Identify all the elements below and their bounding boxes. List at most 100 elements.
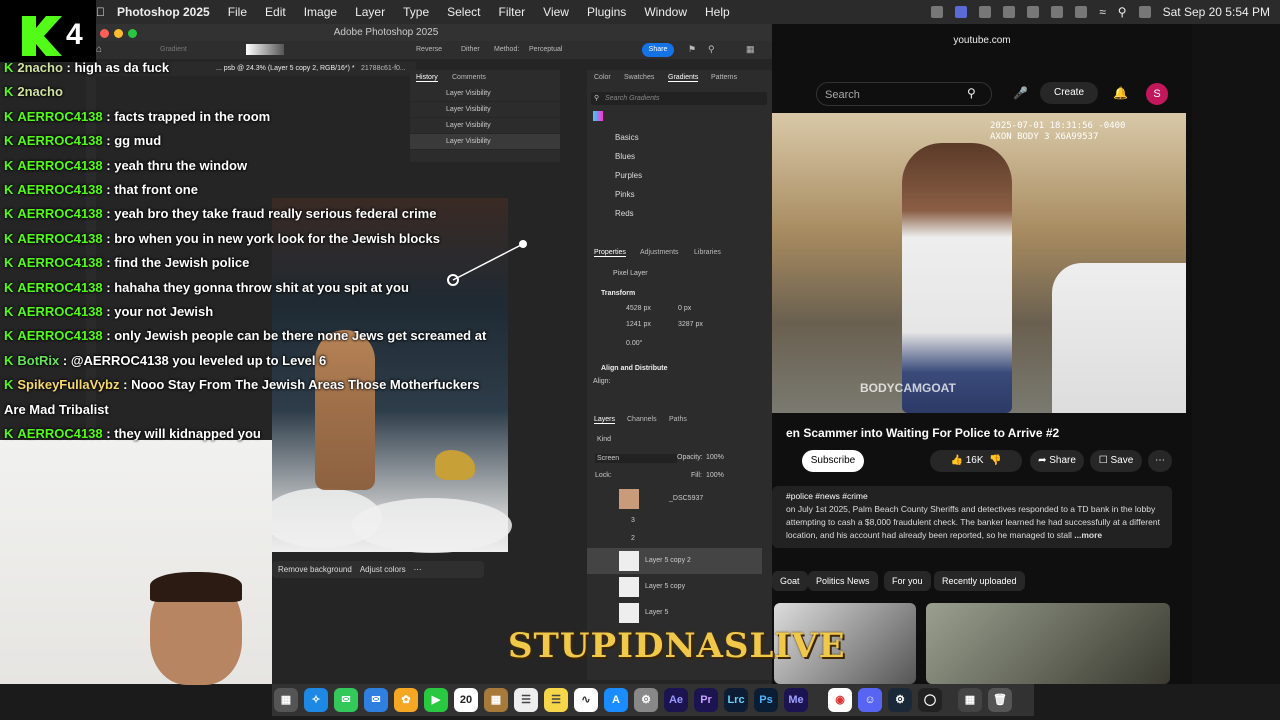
chat-username[interactable]: 2nacho [17,60,63,75]
align-section[interactable]: Align and Distribute [601,365,668,372]
tray-screen-icon[interactable] [955,6,968,18]
chat-username[interactable]: AERROC4138 [17,182,102,197]
youtube-search-input[interactable]: Search [816,82,992,106]
apple-icon[interactable]:  [96,5,105,19]
tab-swatches[interactable]: Swatches [624,74,654,81]
gradient-search-input[interactable]: ⚲ Search Gradients [591,92,767,105]
lightroom-classic-icon[interactable]: Lrc [724,688,748,712]
create-button[interactable]: Create [1040,82,1098,104]
blend-mode-select[interactable]: Screen [595,454,677,463]
layer-row[interactable]: Layer 5 [587,600,762,626]
chip-politics-news[interactable]: Politics News [808,571,878,591]
more-link[interactable]: ...more [1074,530,1102,540]
chip-for-you[interactable]: For you [884,571,931,591]
tray-app-icon[interactable] [931,6,944,18]
premiere-icon[interactable]: Pr [694,688,718,712]
chat-username[interactable]: AERROC4138 [17,231,102,246]
home-icon[interactable]: ⌂ [96,44,102,55]
adjust-colors-button[interactable]: Adjust colors [360,565,406,574]
menu-help[interactable]: Help [705,5,730,19]
angle-field[interactable]: 0.00° [626,340,642,347]
like-button[interactable]: 👍 16K 👎 [930,450,1022,472]
chat-username[interactable]: AERROC4138 [17,158,102,173]
video-hashtags[interactable]: #police #news #crime [786,490,1172,503]
more-actions-button[interactable]: ⋯ [1148,450,1172,472]
calendar-icon[interactable]: 20 [454,688,478,712]
share-button[interactable]: ➦ Share [1030,450,1084,472]
chip-recently-uploaded[interactable]: Recently uploaded [934,571,1025,591]
share-button[interactable]: Share [642,43,674,57]
gradient-folder-basics[interactable]: Basics [587,128,767,147]
layer-filter-select[interactable]: Kind [597,436,611,443]
wifi-icon[interactable]: ≈ [1099,5,1106,19]
menu-window[interactable]: Window [644,5,687,19]
chat-username[interactable]: BotRix [17,353,59,368]
notifications-icon[interactable]: 🔔 [1113,86,1128,100]
tab-properties[interactable]: Properties [594,249,626,257]
gradient-folder-purples[interactable]: Purples [587,166,767,185]
steam-icon[interactable]: ⚙ [888,688,912,712]
fill-field[interactable]: 100% [706,472,724,479]
mic-icon[interactable]: 🎤 [1013,86,1028,100]
menu-image[interactable]: Image [304,5,337,19]
video-description[interactable]: #police #news #crime on July 1st 2025, P… [772,486,1172,548]
opacity-field[interactable]: 100% [706,454,724,461]
subscribe-button[interactable]: Subscribe [802,450,864,472]
chat-username[interactable]: SpikeyFullaVybz [17,377,119,392]
avatar[interactable]: S [1146,83,1168,105]
gradient-folder-pinks[interactable]: Pinks [587,185,767,204]
menu-plugins[interactable]: Plugins [587,5,626,19]
chat-username[interactable]: AERROC4138 [17,255,102,270]
menu-filter[interactable]: Filter [498,5,525,19]
chat-username[interactable]: AERROC4138 [17,426,102,441]
layer-row[interactable]: _DSC5937 [587,486,762,512]
menu-view[interactable]: View [543,5,569,19]
chat-username[interactable]: 2nacho [17,84,63,99]
bell-icon[interactable]: ⚑ [688,44,696,55]
chat-username[interactable]: AERROC4138 [17,133,102,148]
finder-folder-icon[interactable]: ▦ [484,688,508,712]
launchpad-icon[interactable]: ▦ [274,688,298,712]
search-icon[interactable]: ⚲ [967,86,976,100]
close-window-button[interactable] [100,29,109,38]
recent-gradient-swatch[interactable] [593,111,603,121]
layer-group-row[interactable]: 3 [587,512,762,530]
dither-checkbox[interactable]: Dither [461,46,480,53]
control-center-icon[interactable] [1138,6,1151,18]
menu-edit[interactable]: Edit [265,5,286,19]
y-field[interactable]: 3287 px [678,321,703,328]
more-options-icon[interactable]: ⋯ [414,565,422,574]
reverse-checkbox[interactable]: Reverse [416,46,442,53]
recommended-thumbnail[interactable] [926,603,1170,684]
chip-goat[interactable]: Goat [772,571,808,591]
search-icon[interactable]: ⚲ [1118,5,1127,19]
remove-background-button[interactable]: Remove background [278,565,352,574]
minimize-window-button[interactable] [114,29,123,38]
tab-channels[interactable]: Channels [627,416,657,423]
menu-app-name[interactable]: Photoshop 2025 [117,5,210,19]
after-effects-icon[interactable]: Ae [664,688,688,712]
tray-record-icon[interactable] [1027,6,1040,18]
x-field[interactable]: 0 px [678,305,691,312]
chrome-icon[interactable]: ◉ [828,688,852,712]
workspace-icon[interactable]: ▦ [746,44,755,55]
chat-username[interactable]: AERROC4138 [17,328,102,343]
address-bar[interactable]: youtube.com [772,30,1192,52]
method-select[interactable]: Perceptual [529,46,562,53]
menu-layer[interactable]: Layer [355,5,385,19]
tab-adjustments[interactable]: Adjustments [640,249,679,256]
tab-patterns[interactable]: Patterns [711,74,737,81]
layer-row[interactable]: Layer 5 copy [587,574,762,600]
media-encoder-icon[interactable]: Me [784,688,808,712]
width-field[interactable]: 4528 px [626,305,651,312]
notes-icon[interactable]: ☰ [544,688,568,712]
obs-icon[interactable]: ◯ [918,688,942,712]
discord-icon[interactable]: ☺ [858,688,882,712]
chat-username[interactable]: AERROC4138 [17,304,102,319]
gradient-folder-reds[interactable]: Reds [587,204,767,223]
chat-username[interactable]: AERROC4138 [17,206,102,221]
tray-dropbox-icon[interactable] [979,6,992,18]
ps-search-icon[interactable]: ⚲ [708,44,715,55]
zoom-window-button[interactable] [128,29,137,38]
photos-icon[interactable]: ✿ [394,688,418,712]
